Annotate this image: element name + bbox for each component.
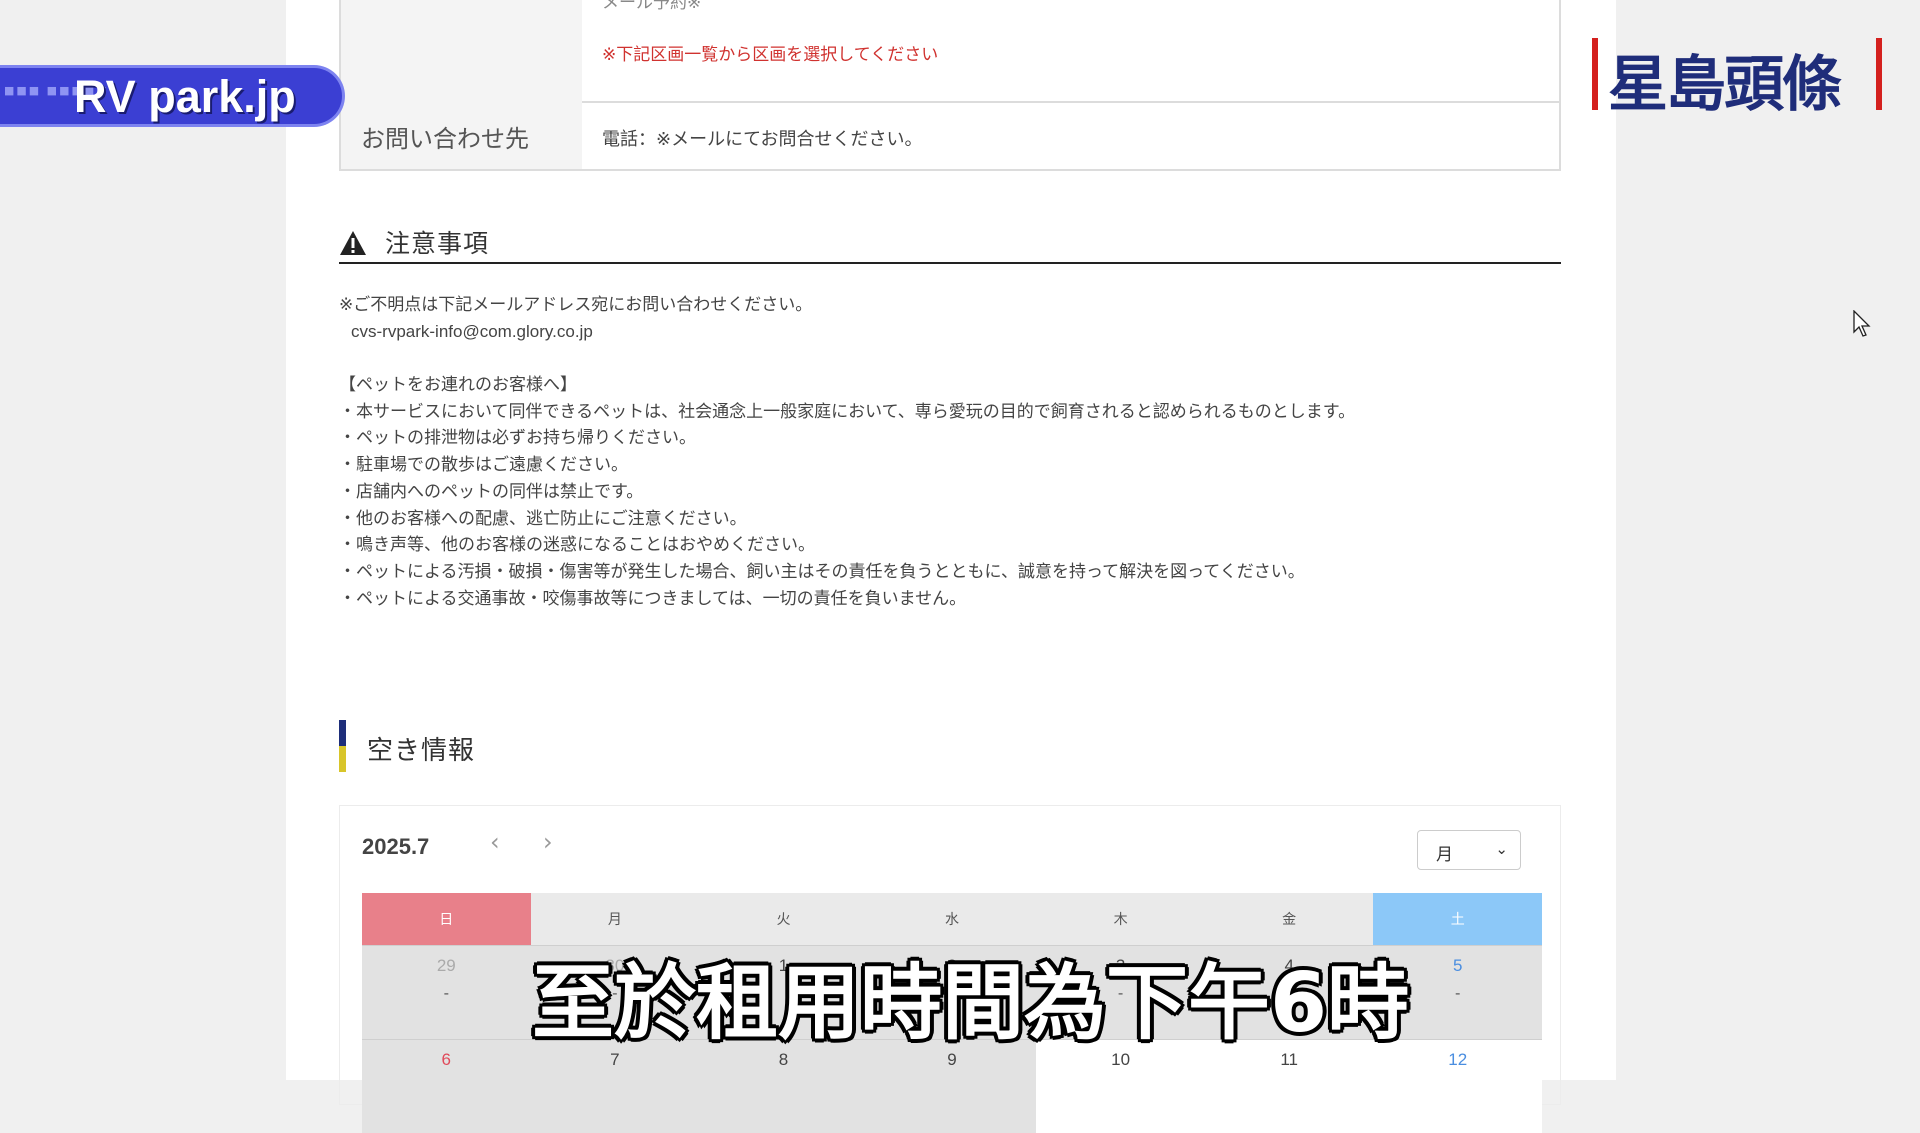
pet-rule: ・本サービスにおいて同伴できるペットは、社会通念上一般家庭において、専ら愛玩の目… <box>339 401 1356 422</box>
video-subtitle: 至於租用時間為下午6時 <box>532 956 1410 1051</box>
contact-email-link[interactable]: cvs-rvpark-info@com.glory.co.jp <box>339 319 1539 346</box>
notes-header: 注意事項 <box>339 222 1561 264</box>
section-accent-bar <box>339 720 346 772</box>
info-row-header: お問い合わせ先 <box>341 101 582 169</box>
info-table: メール予約※ ※下記区画一覧から区画を選択してください お問い合わせ先 電話：※… <box>339 0 1561 171</box>
info-row-reservation: メール予約※ ※下記区画一覧から区画を選択してください <box>341 0 1559 103</box>
pet-rule: ・鳴き声等、他のお客様の迷惑になることはおやめください。 <box>339 535 815 556</box>
calendar-view-value: 月 <box>1436 845 1453 865</box>
day-number: 29 <box>436 956 456 975</box>
weekday-sun: 日 <box>362 893 531 945</box>
calendar-view-select[interactable]: 月 ⌄ <box>1417 830 1521 870</box>
calendar-month-label: 2025.7 <box>362 834 430 859</box>
info-row-value: メール予約※ ※下記区画一覧から区画を選択してください <box>582 0 1559 101</box>
pet-heading: 【ペットをお連れのお客様へ】 <box>339 375 577 396</box>
availability-title: 空き情報 <box>367 736 476 766</box>
reservation-method-text: メール予約※ <box>602 0 702 13</box>
pet-rule: ・ペットの排泄物は必ずお持ち帰りください。 <box>339 428 696 449</box>
calendar-day[interactable]: 6 <box>362 1040 531 1133</box>
chevron-left-icon[interactable]: ‹ <box>490 828 500 856</box>
select-section-note: ※下記区画一覧から区画を選択してください <box>602 45 939 65</box>
broadcaster-logo: 星島頭條 <box>1592 38 1882 120</box>
chevron-right-icon[interactable]: › <box>543 828 553 856</box>
channel-tag-text: RV park.jp <box>74 71 296 122</box>
pet-rule: ・ペットによる交通事故・咬傷事故等につきましては、一切の責任を負いません。 <box>339 588 967 609</box>
pet-rule: ・駐車場での散歩はご遠慮ください。 <box>339 455 628 476</box>
contact-phone-text: 電話：※メールにてお問合せください。 <box>602 129 923 150</box>
warning-triangle-icon <box>340 231 366 255</box>
mouse-cursor-icon <box>1853 310 1871 337</box>
info-row-header <box>341 0 582 101</box>
info-row-value: 電話：※メールにてお問合せください。 <box>582 101 1559 169</box>
inquiry-text: ※ご不明点は下記メールアドレス宛にお問い合わせください。 <box>339 295 813 315</box>
pet-rule: ・ペットによる汚損・破損・傷害等が発生した場合、飼い主はその責任を負うとともに、… <box>339 561 1305 582</box>
info-row-contact: お問い合わせ先 電話：※メールにてお問合せください。 <box>341 101 1559 169</box>
pet-rule: ・店舗内へのペットの同伴は禁止です。 <box>339 481 644 502</box>
notes-title: 注意事項 <box>385 229 490 258</box>
day-status: - <box>443 984 449 1002</box>
web-page: メール予約※ ※下記区画一覧から区画を選択してください お問い合わせ先 電話：※… <box>286 0 1616 1133</box>
chevron-down-icon: ⌄ <box>1495 840 1508 858</box>
pet-rule: ・他のお客様への配慮、逃亡防止にご注意ください。 <box>339 508 747 529</box>
channel-tag: ■■■ ■■■■■ RV park.jp <box>0 65 345 127</box>
day-number: 6 <box>441 1050 452 1069</box>
calendar-day[interactable]: 29 - <box>362 946 531 1039</box>
broadcaster-logo-text: 星島頭條 <box>1608 50 1842 120</box>
notes-body: ※ご不明点は下記メールアドレス宛にお問い合わせください。 cvs-rvpark-… <box>339 292 1539 612</box>
contact-label: お問い合わせ先 <box>361 125 529 153</box>
